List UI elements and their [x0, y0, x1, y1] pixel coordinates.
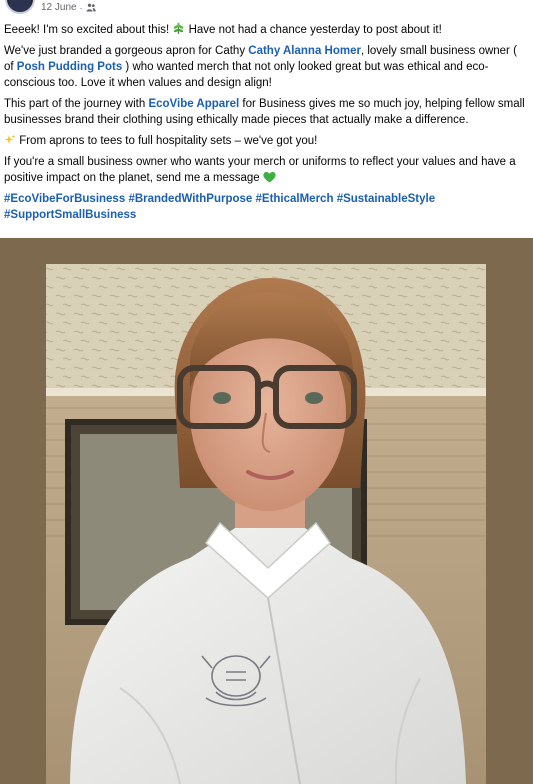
paragraph-1: Eeeek! I'm so excited about this! Have n… — [4, 22, 442, 36]
hashtag-sustainablestyle[interactable]: #SustainableStyle — [337, 193, 435, 205]
mention-ecovibe-apparel[interactable]: EcoVibe Apparel — [148, 98, 239, 110]
friends-icon[interactable] — [86, 3, 96, 12]
post-body: Eeeek! I'm so excited about this! Have n… — [4, 22, 529, 228]
paragraph-2: We've just branded a gorgeous apron for … — [4, 45, 517, 89]
sparkles-emoji — [4, 134, 16, 144]
meta-separator: · — [79, 2, 83, 13]
hashtag-supportsmallbusiness[interactable]: #SupportSmallBusiness — [4, 209, 136, 221]
mention-cathy-alanna-homer[interactable]: Cathy Alanna Homer — [248, 45, 361, 57]
paragraph-3: This part of the journey with EcoVibe Ap… — [4, 98, 525, 126]
author-avatar[interactable] — [5, 0, 35, 14]
hashtag-brandedwithpurpose[interactable]: #BrandedWithPurpose — [128, 193, 252, 205]
photo-woman-chef-jacket — [0, 238, 533, 784]
facebook-post: 12 June · Eeeek! I'm so excited about th… — [0, 0, 533, 784]
hashtag-ethicalmerch[interactable]: #EthicalMerch — [256, 193, 334, 205]
green-heart-emoji — [263, 172, 276, 183]
hashtags: #EcoVibeForBusiness #BrandedWithPurpose … — [4, 191, 529, 223]
post-meta: 12 June · — [41, 2, 96, 13]
post-photo[interactable] — [0, 238, 533, 784]
paragraph-5: If you're a small business owner who wan… — [4, 156, 516, 184]
post-header: 12 June · — [0, 0, 533, 18]
post-date[interactable]: 12 June — [41, 2, 77, 13]
herb-emoji — [174, 22, 184, 34]
hashtag-ecovibeforbusiness[interactable]: #EcoVibeForBusiness — [4, 193, 125, 205]
paragraph-4: From aprons to tees to full hospitality … — [4, 133, 529, 149]
mention-posh-pudding-pots[interactable]: Posh Pudding Pots — [17, 61, 122, 73]
